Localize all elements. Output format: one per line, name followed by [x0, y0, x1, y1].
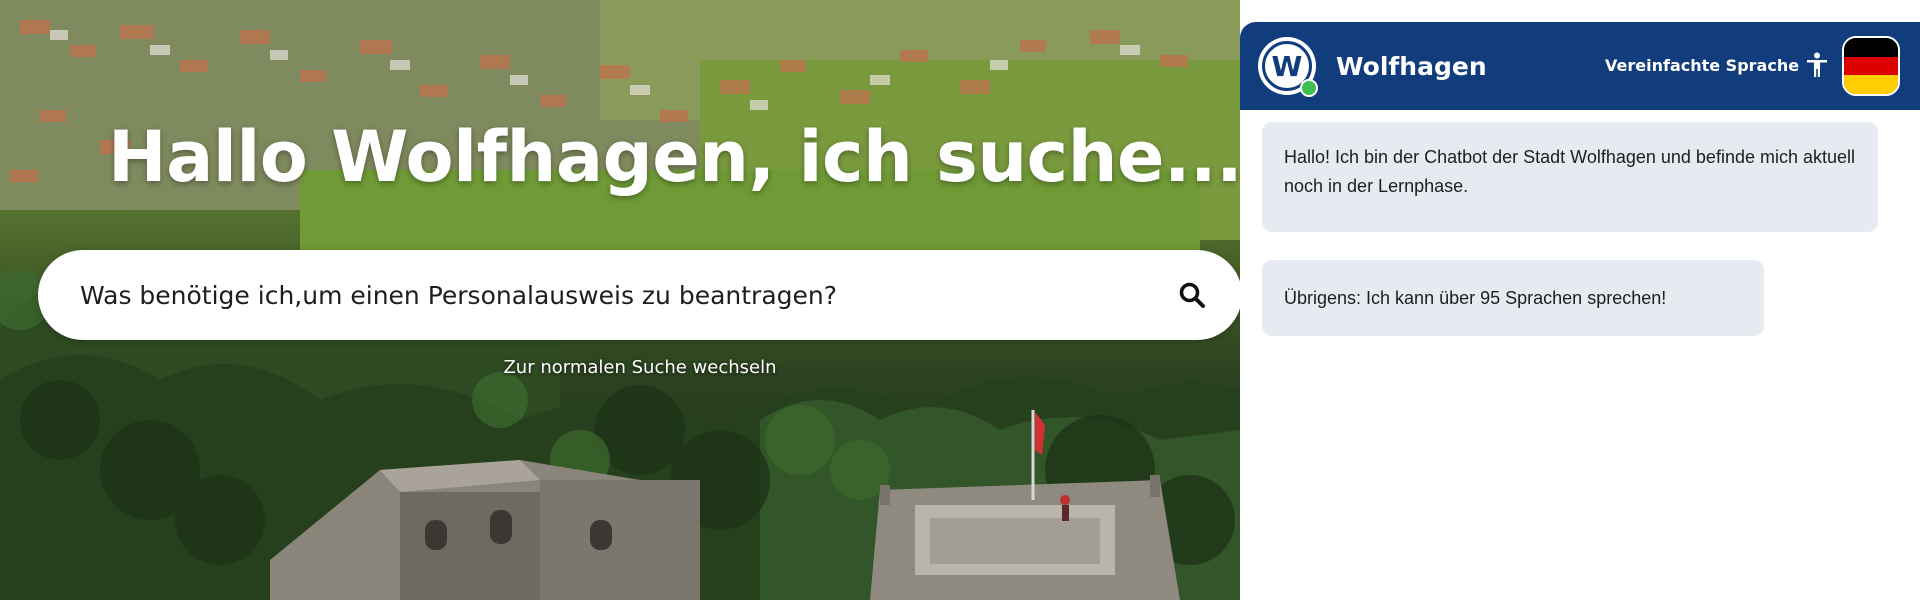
bot-name: Wolfhagen [1336, 51, 1487, 81]
accessibility-person-icon [1805, 52, 1829, 78]
switch-to-normal-search-link[interactable]: Zur normalen Suche wechseln [0, 357, 1240, 378]
search-bar[interactable] [38, 250, 1240, 340]
bot-message: Übrigens: Ich kann über 95 Sprachen spre… [1262, 260, 1764, 336]
chat-messages: Hallo! Ich bin der Chatbot der Stadt Wol… [1240, 110, 1920, 376]
online-status-indicator [1300, 79, 1318, 97]
wolfhagen-logo: W [1258, 37, 1318, 97]
easy-language-toggle[interactable]: Vereinfachte Sprache [1605, 52, 1829, 78]
chat-header: W Wolfhagen Vereinfachte Sprache [1240, 22, 1920, 110]
search-input[interactable] [78, 279, 1172, 311]
easy-language-label: Vereinfachte Sprache [1605, 55, 1800, 75]
hero-section: Hallo Wolfhagen, ich suche... Zur normal… [0, 0, 1240, 600]
germany-flag-icon[interactable] [1842, 36, 1900, 96]
bot-message: Hallo! Ich bin der Chatbot der Stadt Wol… [1262, 122, 1878, 232]
page: Hallo Wolfhagen, ich suche... Zur normal… [0, 0, 1920, 600]
hero-title: Hallo Wolfhagen, ich suche... [108, 116, 1240, 198]
search-icon[interactable] [1172, 275, 1212, 315]
chatbot-panel: W Wolfhagen Vereinfachte Sprache Hallo! … [1240, 22, 1920, 600]
